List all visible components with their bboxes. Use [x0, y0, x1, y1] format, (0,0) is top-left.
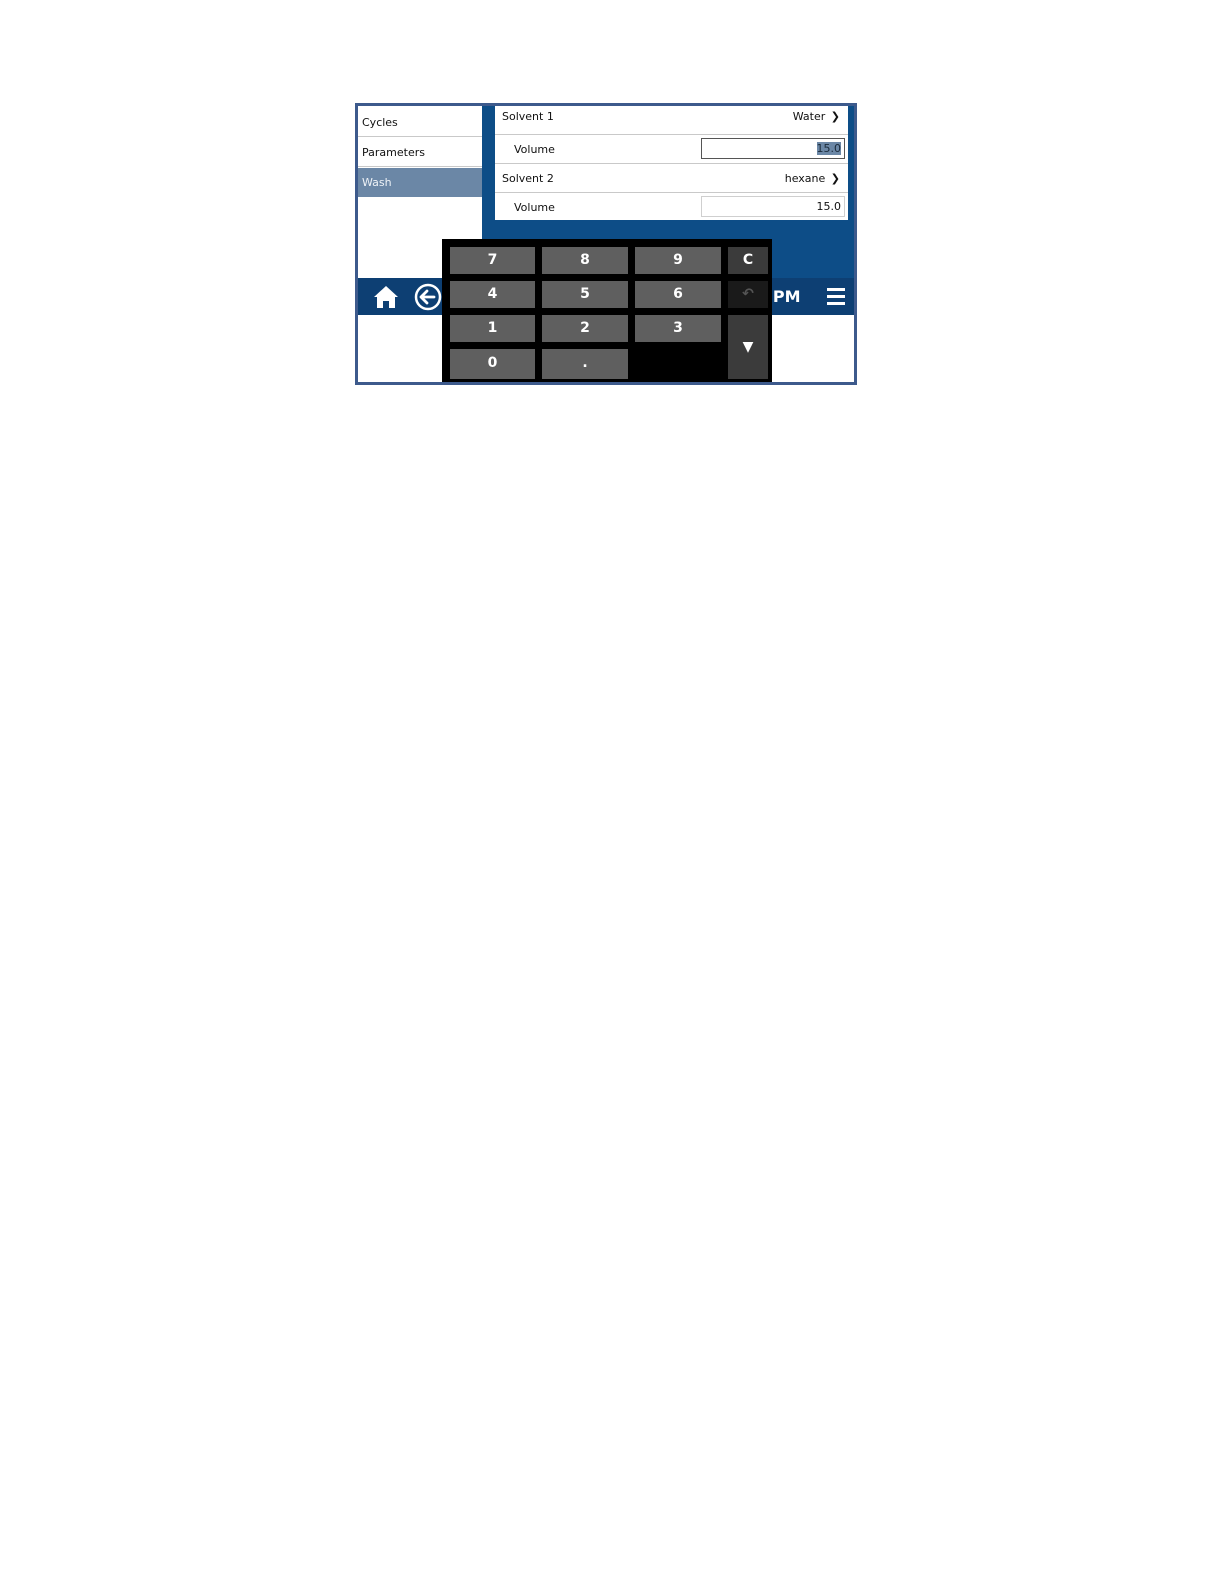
- sidebar-item-cycles[interactable]: Cycles: [358, 108, 482, 137]
- key-8[interactable]: 8: [542, 247, 628, 274]
- key-decimal[interactable]: .: [542, 349, 628, 379]
- clear-key[interactable]: C: [728, 247, 768, 274]
- solvent2-row[interactable]: Solvent 2 hexane ❯: [495, 164, 848, 193]
- solvent1-row[interactable]: Solvent 1 Water ❯: [495, 106, 848, 135]
- solvent1-label: Solvent 1: [502, 110, 554, 123]
- key-3[interactable]: 3: [635, 315, 721, 342]
- solvent2-value: hexane: [784, 172, 826, 185]
- solvent1-selector[interactable]: Water ❯: [793, 106, 840, 128]
- home-icon[interactable]: [372, 284, 400, 309]
- undo-icon[interactable]: ↶: [728, 281, 768, 308]
- key-1[interactable]: 1: [450, 315, 535, 342]
- key-7[interactable]: 7: [450, 247, 535, 274]
- sidebar-item-wash[interactable]: Wash: [358, 168, 482, 197]
- volume1-input[interactable]: 15.0: [701, 138, 845, 159]
- key-9[interactable]: 9: [635, 247, 721, 274]
- hide-keypad-button[interactable]: ▼: [728, 315, 768, 379]
- volume1-value: 15.0: [816, 142, 841, 155]
- solvent2-selector[interactable]: hexane ❯: [785, 168, 840, 190]
- volume2-input[interactable]: 15.0: [701, 196, 845, 217]
- volume1-row: Volume 15.0: [495, 135, 848, 164]
- volume1-label: Volume: [514, 143, 555, 156]
- volume2-value: 15.0: [816, 200, 842, 213]
- back-arrow-icon[interactable]: [414, 283, 442, 311]
- solvent1-value: Water: [792, 110, 826, 123]
- wash-settings-panel: Solvent 1 Water ❯ Volume 15.0 Solvent 2 …: [495, 106, 848, 220]
- sidebar-item-parameters[interactable]: Parameters: [358, 138, 482, 167]
- chevron-right-icon: ❯: [830, 110, 840, 123]
- chevron-right-icon: ❯: [830, 172, 840, 185]
- key-2[interactable]: 2: [542, 315, 628, 342]
- key-5[interactable]: 5: [542, 281, 628, 308]
- volume2-label: Volume: [514, 201, 555, 214]
- volume2-row: Volume 15.0: [495, 193, 848, 222]
- device-screen: Cycles Parameters Wash Solvent 1 Water ❯…: [355, 103, 857, 385]
- solvent2-label: Solvent 2: [502, 172, 554, 185]
- key-0[interactable]: 0: [450, 349, 535, 379]
- key-6[interactable]: 6: [635, 281, 721, 308]
- menu-icon[interactable]: [827, 288, 845, 305]
- key-4[interactable]: 4: [450, 281, 535, 308]
- numeric-keypad: 7 8 9 C 4 5 6 ↶ 1 2 3 ▼ 0 .: [442, 239, 772, 382]
